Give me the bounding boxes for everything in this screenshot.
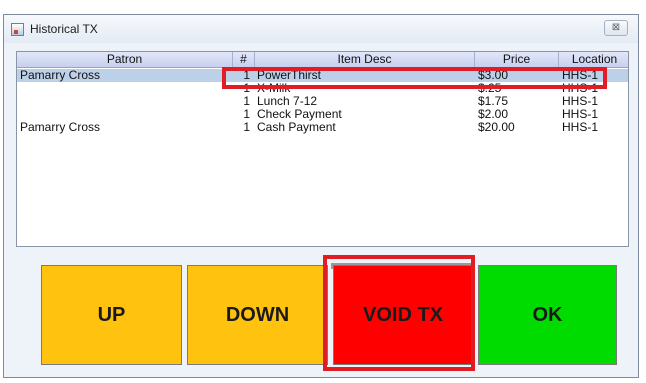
ok-button[interactable]: OK xyxy=(478,265,617,365)
app-icon xyxy=(11,23,24,36)
cell-patron: Pamarry Cross xyxy=(20,68,101,82)
cell-item: Cash Payment xyxy=(257,120,336,134)
title-bar: Historical TX ⊠ xyxy=(4,15,638,43)
table-row[interactable]: Pamarry Cross 1 Cash Payment $20.00 HHS-… xyxy=(17,121,628,134)
column-header-item[interactable]: Item Desc xyxy=(255,52,475,67)
window-title: Historical TX xyxy=(30,22,98,36)
down-button[interactable]: DOWN xyxy=(187,265,328,365)
cell-patron: Pamarry Cross xyxy=(20,120,101,134)
cell-location: HHS-1 xyxy=(562,120,599,134)
close-button[interactable]: ⊠ xyxy=(604,20,628,36)
void-button-highlight xyxy=(323,255,475,371)
column-header-price[interactable]: Price xyxy=(475,52,559,67)
cell-qty: 1 xyxy=(243,120,250,134)
cell-price: $20.00 xyxy=(478,120,515,134)
up-button[interactable]: UP xyxy=(41,265,182,365)
column-header-patron[interactable]: Patron xyxy=(17,52,233,67)
selected-row-highlight xyxy=(222,67,607,89)
column-header-qty[interactable]: # xyxy=(233,52,255,67)
column-header-location[interactable]: Location xyxy=(559,52,628,67)
table-header: Patron # Item Desc Price Location xyxy=(17,52,628,68)
